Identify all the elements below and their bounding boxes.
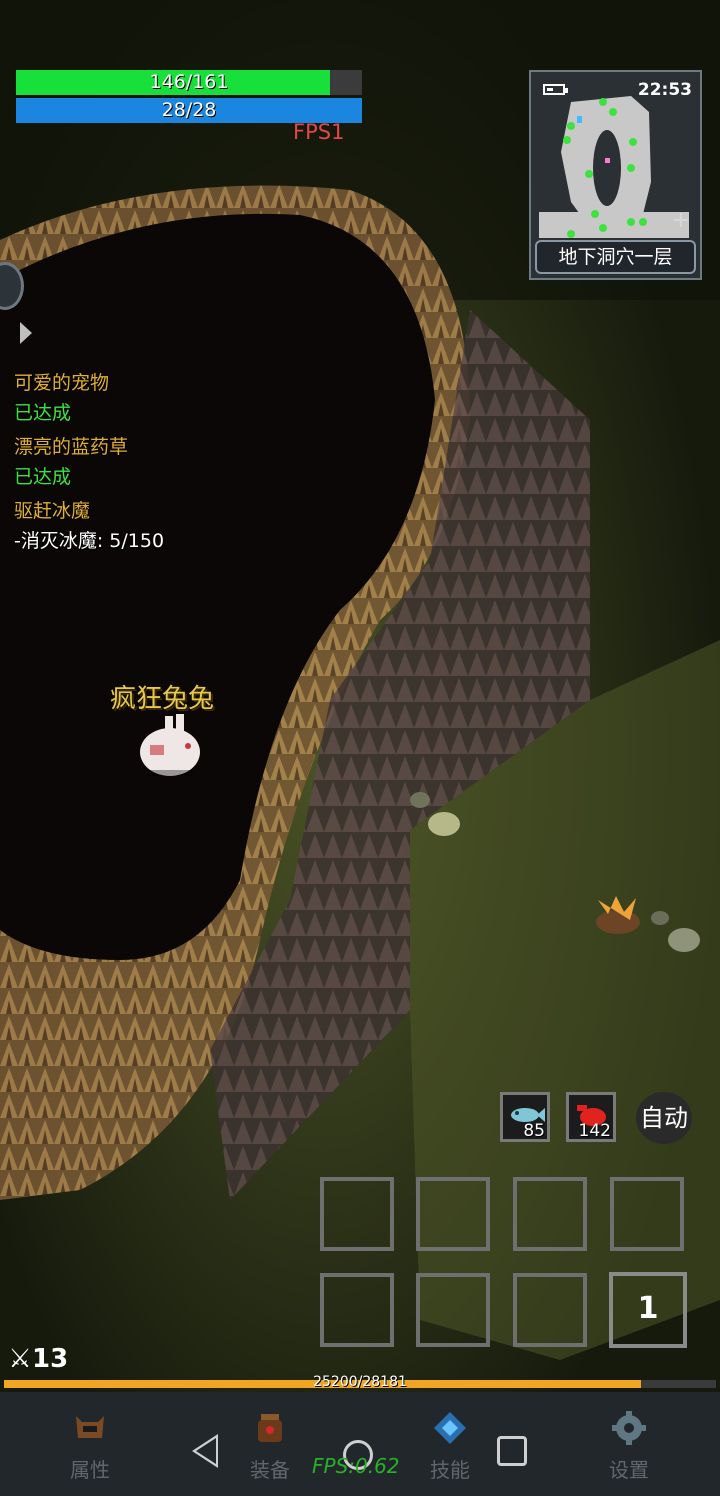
- exp-bar: 25200/28181: [4, 1374, 716, 1390]
- quick-item-fish[interactable]: 85: [500, 1092, 550, 1142]
- back-icon[interactable]: [192, 1434, 218, 1468]
- nav-settings[interactable]: 设置: [589, 1410, 669, 1483]
- nav-skills[interactable]: 技能: [410, 1410, 490, 1483]
- nav-attributes[interactable]: 属性: [50, 1410, 130, 1483]
- bag-icon: [258, 1414, 282, 1442]
- skill-slot-6[interactable]: [416, 1273, 490, 1347]
- skill-slot-2[interactable]: [416, 1177, 490, 1251]
- quest-status-2: 已达成: [14, 466, 72, 488]
- attack-stat: ⚔13: [8, 1344, 68, 1374]
- quick-item-potion[interactable]: 142: [566, 1092, 616, 1142]
- skill-gem-icon: [434, 1412, 466, 1444]
- skill-slot-1[interactable]: [320, 1177, 394, 1251]
- skill-slot-3[interactable]: [513, 1177, 587, 1251]
- quest-title-3[interactable]: 驱赶冰魔: [14, 496, 90, 523]
- skill-slot-8[interactable]: 1: [609, 1272, 687, 1348]
- nav-equipment-label: 装备: [250, 1458, 290, 1482]
- expand-arrow-icon[interactable]: [20, 322, 32, 344]
- location-name: 地下洞穴一层: [535, 240, 696, 274]
- nav-settings-label: 设置: [609, 1458, 649, 1482]
- sword-icon: ⚔: [8, 1344, 32, 1374]
- fps-bottom-counter: FPS:0.62: [312, 1454, 400, 1478]
- hp-bar: 146/161: [16, 70, 362, 95]
- quest-progress-3: -消灭冰魔: 5/150: [14, 530, 165, 552]
- minimap[interactable]: 22:53 + 地下洞穴一层: [529, 70, 702, 280]
- quest-title-2[interactable]: 漂亮的蓝药草: [14, 432, 128, 459]
- zoom-plus-icon[interactable]: +: [672, 208, 690, 233]
- potion-count: 142: [578, 1121, 611, 1141]
- exp-text: 25200/28181: [313, 1374, 407, 1390]
- gear-icon: [612, 1411, 646, 1445]
- fps-counter: FPS1: [293, 120, 345, 144]
- nav-attributes-label: 属性: [70, 1458, 110, 1482]
- bottom-nav: 属性 装备 技能 设置 FPS:0.62: [0, 1392, 720, 1496]
- nav-equipment[interactable]: 装备: [230, 1410, 310, 1483]
- hp-text: 146/161: [149, 71, 229, 93]
- skill-slot-5[interactable]: [320, 1273, 394, 1347]
- quest-status-1: 已达成: [14, 402, 72, 424]
- nav-skills-label: 技能: [430, 1458, 470, 1482]
- mob-name-label: 疯狂兔兔: [110, 684, 215, 714]
- attack-value: 13: [32, 1344, 69, 1374]
- fish-count: 85: [523, 1121, 545, 1141]
- skill-slot-7[interactable]: [513, 1273, 587, 1347]
- recent-apps-icon[interactable]: [497, 1436, 527, 1466]
- helmet-icon: [76, 1416, 104, 1438]
- auto-button[interactable]: 自动: [636, 1092, 692, 1144]
- quest-title-1[interactable]: 可爱的宠物: [14, 368, 109, 395]
- skill-slot-4[interactable]: [610, 1177, 684, 1251]
